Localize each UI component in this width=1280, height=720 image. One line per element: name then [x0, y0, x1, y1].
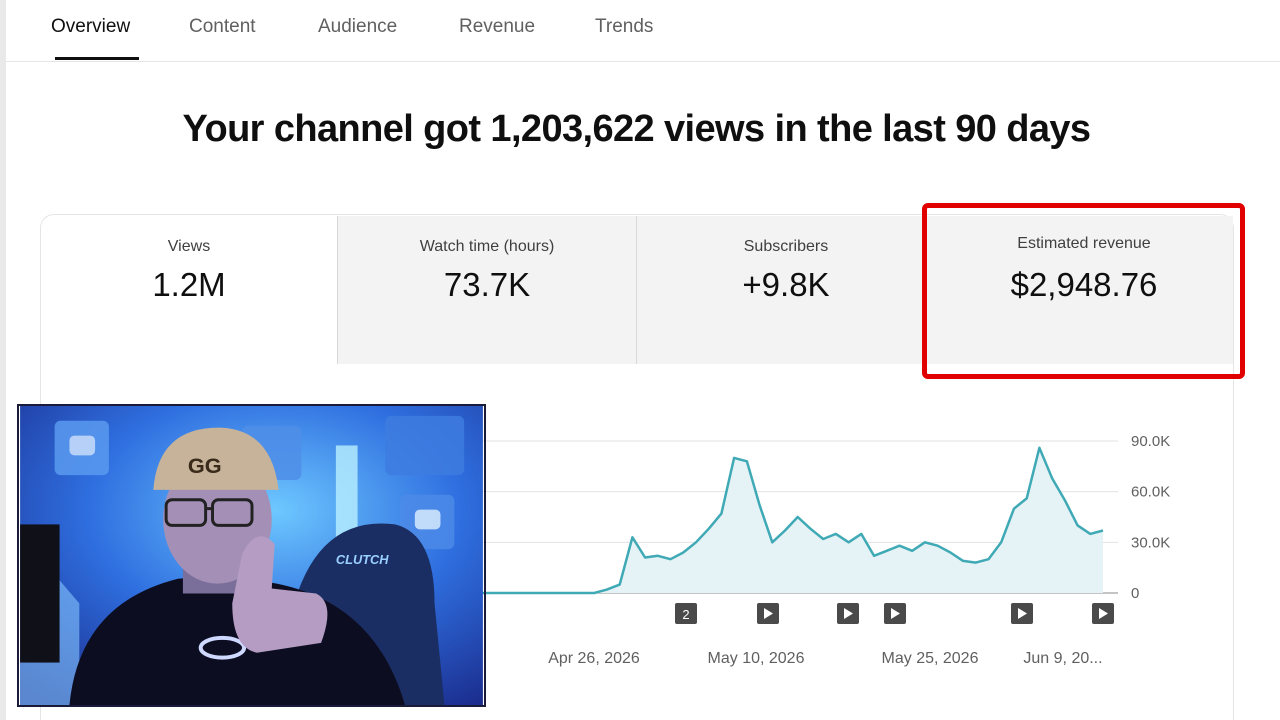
- metric-label: Watch time (hours): [419, 238, 555, 255]
- metric-card-views[interactable]: Views 1.2M: [41, 216, 337, 364]
- metric-card-subscribers[interactable]: Subscribers +9.8K: [637, 216, 935, 364]
- video-marker-icon[interactable]: [884, 603, 906, 624]
- video-marker-icon[interactable]: [1092, 603, 1114, 624]
- marker-count-badge[interactable]: [675, 603, 697, 624]
- webcam-overlay: CLUTCH GG: [17, 404, 486, 707]
- metric-label: Views: [167, 238, 211, 255]
- tab-overview[interactable]: Overview: [51, 16, 130, 38]
- chair-brand-text: CLUTCH: [336, 552, 389, 567]
- active-tab-indicator: [55, 57, 139, 60]
- microphone: [20, 524, 60, 663]
- tab-audience[interactable]: Audience: [318, 16, 397, 38]
- page-headline: Your channel got 1,203,622 views in the …: [182, 108, 1092, 150]
- tab-content[interactable]: Content: [189, 16, 256, 38]
- video-marker-icon[interactable]: [757, 603, 779, 624]
- video-marker-icon[interactable]: [1011, 603, 1033, 624]
- revenue-highlight-box: [922, 203, 1245, 379]
- metric-card-watch-time[interactable]: Watch time (hours) 73.7K: [338, 216, 636, 364]
- tab-bar: Overview Content Audience Revenue Trends: [6, 0, 1280, 62]
- tab-trends[interactable]: Trends: [595, 16, 653, 38]
- tab-revenue[interactable]: Revenue: [459, 16, 535, 38]
- metric-value: 73.7K: [443, 266, 531, 303]
- video-marker-icon[interactable]: [837, 603, 859, 624]
- metric-value: +9.8K: [742, 266, 830, 303]
- metric-label: Subscribers: [743, 238, 829, 255]
- cap-logo-text: GG: [188, 453, 222, 478]
- metric-value: 1.2M: [152, 266, 226, 303]
